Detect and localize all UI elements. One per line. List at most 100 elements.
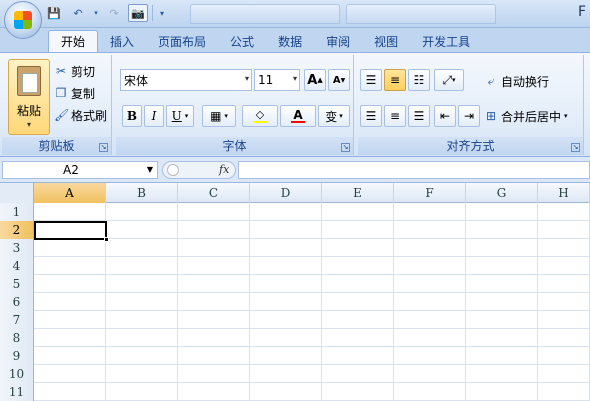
borders-button[interactable]: ▦ ▾ [202, 105, 236, 127]
cell-h10[interactable] [538, 365, 590, 382]
cell-a1[interactable] [34, 203, 106, 220]
cell-h5[interactable] [538, 275, 590, 292]
cell-h3[interactable] [538, 239, 590, 256]
cell-a10[interactable] [34, 365, 106, 382]
cell-f6[interactable] [394, 293, 466, 310]
cell-c8[interactable] [178, 329, 250, 346]
window-tab[interactable] [346, 4, 496, 24]
row-header-6[interactable]: 6 [0, 293, 34, 311]
cell-a5[interactable] [34, 275, 106, 292]
column-header-h[interactable]: H [538, 183, 590, 203]
cell-c7[interactable] [178, 311, 250, 328]
cell-f3[interactable] [394, 239, 466, 256]
cell-e6[interactable] [322, 293, 394, 310]
office-button[interactable] [4, 1, 42, 39]
cell-d5[interactable] [250, 275, 322, 292]
row-header-7[interactable]: 7 [0, 311, 34, 329]
row-header-11[interactable]: 11 [0, 383, 34, 401]
row-header-2[interactable]: 2 [0, 221, 34, 239]
cell-d6[interactable] [250, 293, 322, 310]
cell-d9[interactable] [250, 347, 322, 364]
cell-d8[interactable] [250, 329, 322, 346]
cell-b1[interactable] [106, 203, 178, 220]
cell-a8[interactable] [34, 329, 106, 346]
row-header-1[interactable]: 1 [0, 203, 34, 221]
cell-c6[interactable] [178, 293, 250, 310]
row-header-9[interactable]: 9 [0, 347, 34, 365]
cell-d1[interactable] [250, 203, 322, 220]
cell-e2[interactable] [322, 221, 394, 238]
fill-handle[interactable] [104, 237, 109, 242]
cell-g6[interactable] [466, 293, 538, 310]
cell-g8[interactable] [466, 329, 538, 346]
cell-d4[interactable] [250, 257, 322, 274]
cell-h8[interactable] [538, 329, 590, 346]
row-header-4[interactable]: 4 [0, 257, 34, 275]
tab-data[interactable]: 数据 [266, 30, 314, 52]
cell-b7[interactable] [106, 311, 178, 328]
cell-d2[interactable] [250, 221, 322, 238]
align-bottom-button[interactable]: ☷ [408, 69, 430, 91]
active-cell-a2[interactable] [34, 221, 109, 242]
column-header-a[interactable]: A [34, 183, 106, 203]
cell-h11[interactable] [538, 383, 590, 400]
customize-qat-icon[interactable]: ▾ [157, 4, 167, 22]
column-header-f[interactable]: F [394, 183, 466, 203]
italic-button[interactable]: I [144, 105, 164, 127]
column-header-d[interactable]: D [250, 183, 322, 203]
cell-c5[interactable] [178, 275, 250, 292]
column-header-e[interactable]: E [322, 183, 394, 203]
insert-function-icon[interactable]: fx [219, 163, 229, 176]
fill-color-button[interactable]: ◇ [242, 105, 278, 127]
alignment-launcher-icon[interactable]: ↘ [571, 143, 580, 152]
cell-g2[interactable] [466, 221, 538, 238]
paste-dropdown-icon[interactable]: ▾ [9, 120, 49, 129]
paste-button[interactable]: 粘贴 ▾ [8, 59, 50, 135]
camera-icon[interactable]: 📷 [128, 4, 148, 22]
undo-dropdown-icon[interactable]: ▾ [92, 4, 100, 22]
align-top-button[interactable]: ☰ [360, 69, 382, 91]
cell-g9[interactable] [466, 347, 538, 364]
tab-insert[interactable]: 插入 [98, 30, 146, 52]
cell-g3[interactable] [466, 239, 538, 256]
cell-d10[interactable] [250, 365, 322, 382]
align-center-button[interactable]: ≡ [384, 105, 406, 127]
cell-f7[interactable] [394, 311, 466, 328]
cell-c4[interactable] [178, 257, 250, 274]
bold-button[interactable]: B [122, 105, 142, 127]
row-header-3[interactable]: 3 [0, 239, 34, 257]
cell-h6[interactable] [538, 293, 590, 310]
shrink-font-button[interactable]: A ▼ [328, 69, 350, 91]
cell-c1[interactable] [178, 203, 250, 220]
orientation-button[interactable]: ⤢ ▾ [434, 69, 464, 91]
font-launcher-icon[interactable]: ↘ [341, 143, 350, 152]
font-name-combo[interactable]: 宋体 ▾ [120, 69, 252, 91]
cell-a11[interactable] [34, 383, 106, 400]
cell-h4[interactable] [538, 257, 590, 274]
tab-review[interactable]: 审阅 [314, 30, 362, 52]
cell-g1[interactable] [466, 203, 538, 220]
cell-f8[interactable] [394, 329, 466, 346]
cell-e1[interactable] [322, 203, 394, 220]
cell-f4[interactable] [394, 257, 466, 274]
cell-b2[interactable] [106, 221, 178, 238]
phonetic-button[interactable]: 变 ▾ [318, 105, 350, 127]
align-right-button[interactable]: ☰ [408, 105, 430, 127]
name-box[interactable]: A2 ▼ [2, 161, 158, 179]
font-color-button[interactable]: A [280, 105, 316, 127]
row-header-10[interactable]: 10 [0, 365, 34, 383]
cell-b9[interactable] [106, 347, 178, 364]
cell-f11[interactable] [394, 383, 466, 400]
clipboard-launcher-icon[interactable]: ↘ [99, 143, 108, 152]
expand-formula-icon[interactable] [167, 164, 179, 176]
row-header-5[interactable]: 5 [0, 275, 34, 293]
cell-e7[interactable] [322, 311, 394, 328]
cell-c10[interactable] [178, 365, 250, 382]
cell-a9[interactable] [34, 347, 106, 364]
cell-g7[interactable] [466, 311, 538, 328]
cell-c3[interactable] [178, 239, 250, 256]
cell-h9[interactable] [538, 347, 590, 364]
merge-center-button[interactable]: ⊞ 合并后居中 ▾ [484, 106, 568, 126]
cell-h1[interactable] [538, 203, 590, 220]
cell-e9[interactable] [322, 347, 394, 364]
